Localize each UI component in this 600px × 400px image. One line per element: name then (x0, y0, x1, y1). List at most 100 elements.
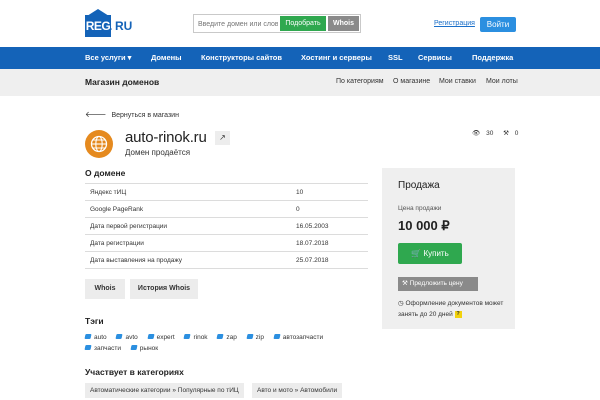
row-value: 16.05.2003 (291, 217, 368, 235)
login-button[interactable]: Войти (480, 17, 516, 32)
tag-label: rinok (193, 334, 208, 341)
whois-history-button[interactable]: История Whois (130, 279, 198, 299)
shop-title: Магазин доменов (85, 77, 160, 87)
domain-search-input[interactable] (198, 17, 278, 31)
row-label: Дата регистрации (85, 234, 291, 252)
tag-label: avto (125, 334, 138, 341)
category-chip[interactable]: Авто и мото » Автомобили (252, 383, 343, 398)
cart-icon: 🛒 (411, 249, 422, 258)
eye-icon: 👁 (472, 130, 481, 137)
whois-button[interactable]: Whois (85, 279, 125, 299)
domain-name: auto-rinok.ru (125, 129, 207, 146)
tag-item[interactable]: auto (84, 332, 107, 343)
sublink-my-bids[interactable]: Мои ставки (439, 78, 476, 85)
main-nav: Все услуги ▾ Домены Конструкторы сайтов … (0, 47, 600, 69)
row-value: 25.07.2018 (291, 251, 368, 269)
row-label: Дата первой регистрации (85, 217, 291, 235)
gavel-icon: ⚒ (503, 130, 509, 137)
logo-dot: . (109, 19, 113, 33)
tag-label: zap (226, 334, 237, 341)
row-value: 18.07.2018 (291, 234, 368, 252)
tag-icon (84, 334, 92, 339)
offer-price-button[interactable]: ⚒ Предложить цену (398, 277, 478, 291)
row-label: Дата выставления на продажу (85, 251, 291, 269)
tag-label: рынок (139, 345, 159, 352)
nav-all-services[interactable]: Все услуги ▾ (85, 47, 131, 69)
tag-label: auto (94, 334, 107, 341)
tag-label: expert (156, 334, 175, 341)
table-row: Дата первой регистрации 16.05.2003 (85, 217, 368, 235)
top-header: REG . RU Подобрать Whois Регистрация Вой… (0, 0, 600, 47)
tag-item[interactable]: рынок (130, 343, 159, 354)
table-row: Google PageRank 0 (85, 200, 368, 218)
tag-icon (147, 334, 155, 339)
sale-panel: Продажа Цена продажи 10 000 ₽ 🛒 Купить ⚒… (382, 168, 515, 329)
sublink-my-lots[interactable]: Мои лоты (486, 78, 518, 85)
register-link[interactable]: Регистрация (434, 20, 475, 27)
tag-item[interactable]: zap (216, 332, 237, 343)
tag-item[interactable]: expert (147, 332, 175, 343)
documents-note: ◷ Оформление документов может занять до … (398, 298, 508, 320)
tags-heading: Тэги (85, 316, 104, 326)
reg-ru-logo[interactable]: REG . RU (85, 9, 139, 37)
offer-label: Предложить цену (409, 280, 463, 287)
tag-icon (246, 334, 254, 339)
price-value: 10 000 ₽ (398, 218, 450, 233)
tag-icon (84, 345, 92, 350)
domain-stats: 👁 30 ⚒ 0 (472, 129, 518, 137)
categories-heading: Участвует в категориях (85, 367, 184, 377)
row-label: Яндекс тИЦ (85, 183, 291, 201)
arrow-left-icon: 🡐 (85, 110, 107, 119)
tag-item[interactable]: avto (115, 332, 138, 343)
header-whois-button[interactable]: Whois (328, 16, 359, 31)
tag-item[interactable]: запчасти (84, 343, 121, 354)
row-value: 0 (291, 200, 368, 218)
table-row: Дата выставления на продажу 25.07.2018 (85, 251, 368, 269)
nav-domains[interactable]: Домены (151, 47, 182, 69)
price-label: Цена продажи (398, 205, 442, 212)
table-row: Дата регистрации 18.07.2018 (85, 234, 368, 252)
external-link-icon[interactable]: ↗ (215, 131, 230, 145)
about-domain-heading: О домене (85, 168, 126, 178)
bids-count: 0 (514, 130, 519, 137)
tag-icon (130, 345, 138, 350)
find-domain-button[interactable]: Подобрать (280, 16, 326, 31)
logo-suffix: RU (115, 19, 133, 33)
nav-site-builders[interactable]: Конструкторы сайтов (201, 47, 282, 69)
note-text: Оформление документов может занять до 20… (398, 300, 504, 318)
tag-item[interactable]: zip (246, 332, 264, 343)
tag-label: автозапчасти (282, 334, 324, 341)
back-label: Вернуться в магазин (111, 112, 179, 119)
back-to-shop-link[interactable]: 🡐 Вернуться в магазин (85, 109, 179, 119)
nav-hosting[interactable]: Хостинг и серверы (301, 47, 372, 69)
domain-shop-bar: Магазин доменов По категориям О магазине… (0, 69, 600, 96)
globe-icon (85, 130, 113, 158)
buy-button[interactable]: 🛒 Купить (398, 243, 462, 264)
help-icon[interactable]: ? (454, 310, 462, 318)
logo-text: REG (85, 15, 111, 37)
table-row: Яндекс тИЦ 10 (85, 183, 368, 201)
nav-support[interactable]: Поддержка (472, 47, 513, 69)
tag-icon (115, 334, 124, 339)
tag-icon (216, 334, 224, 339)
sale-heading: Продажа (398, 180, 440, 191)
category-chip[interactable]: Автоматические категории » Популярные по… (85, 383, 244, 398)
buy-label: Купить (423, 249, 449, 258)
sublink-about-shop[interactable]: О магазине (393, 78, 430, 85)
tag-label: запчасти (94, 345, 121, 352)
tag-label: zip (255, 334, 264, 341)
tag-icon (183, 334, 192, 339)
sublink-by-category[interactable]: По категориям (336, 78, 384, 85)
views-count: 30 (486, 130, 494, 137)
clock-icon: ◷ (398, 300, 404, 307)
row-label: Google PageRank (85, 200, 291, 218)
tag-list: auto avto expert rinok zap zip автозапча… (84, 332, 365, 354)
domain-status: Домен продаётся (125, 148, 191, 157)
tag-item[interactable]: rinok (183, 332, 208, 343)
tag-item[interactable]: автозапчасти (273, 332, 324, 343)
row-value: 10 (291, 183, 368, 201)
gavel-icon: ⚒ (402, 280, 408, 287)
nav-services[interactable]: Сервисы (418, 47, 452, 69)
nav-ssl[interactable]: SSL (388, 47, 403, 69)
tag-icon (273, 334, 281, 339)
